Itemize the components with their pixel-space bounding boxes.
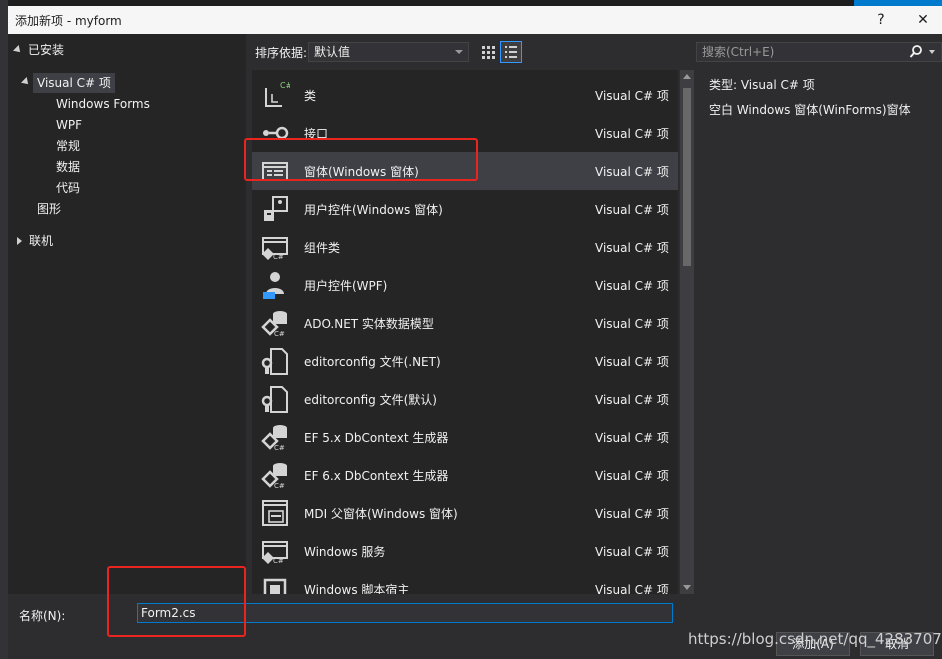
script-host-icon xyxy=(263,578,287,594)
template-type: Visual C# 项 xyxy=(595,507,669,521)
template-item[interactable]: 用户控件(Windows 窗体) Visual C# 项 xyxy=(252,190,678,228)
svg-text:C#: C# xyxy=(273,557,284,565)
template-name: Windows 脚本宿主 xyxy=(304,583,410,594)
scrollbar-thumb[interactable] xyxy=(683,88,691,266)
svg-text:C#: C# xyxy=(274,330,285,338)
tree-item-general[interactable]: 常规 xyxy=(56,136,80,156)
sort-value: 默认值 xyxy=(314,45,351,59)
template-type: Visual C# 项 xyxy=(595,241,669,255)
name-label: 名称(N): xyxy=(19,609,66,623)
template-type: Visual C# 项 xyxy=(595,545,669,559)
expand-triangle-icon[interactable] xyxy=(21,77,31,87)
template-item[interactable]: C# EF 6.x DbContext 生成器 Visual C# 项 xyxy=(252,456,678,494)
svg-text:C#: C# xyxy=(274,444,285,452)
template-type: Visual C# 项 xyxy=(595,469,669,483)
wpf-user-control-icon xyxy=(263,272,284,299)
template-item[interactable]: C# Windows 服务 Visual C# 项 xyxy=(252,532,678,570)
tree-item-graphics[interactable]: 图形 xyxy=(37,199,61,219)
tree-item-wpf[interactable]: WPF xyxy=(56,115,82,135)
template-item[interactable]: C# EF 5.x DbContext 生成器 Visual C# 项 xyxy=(252,418,678,456)
svg-text:C#: C# xyxy=(273,253,284,261)
template-name: editorconfig 文件(.NET) xyxy=(304,355,441,369)
scroll-up-arrow-icon[interactable] xyxy=(683,74,691,79)
template-type: Visual C# 项 xyxy=(595,165,669,179)
template-name: Windows 服务 xyxy=(304,545,386,559)
list-view-button[interactable] xyxy=(500,41,522,63)
detail-type: 类型: Visual C# 项 xyxy=(709,78,815,92)
tree-item-visual-csharp[interactable]: Visual C# 项 xyxy=(33,73,115,93)
template-item[interactable]: C# 类 Visual C# 项 xyxy=(252,76,678,114)
annotation-box-form-item xyxy=(244,138,478,181)
grid-view-button[interactable] xyxy=(477,41,499,63)
service-icon: C# xyxy=(262,541,288,565)
data-model-icon: C# xyxy=(261,311,287,338)
tree-item-code[interactable]: 代码 xyxy=(56,178,80,198)
template-name: MDI 父窗体(Windows 窗体) xyxy=(304,507,458,521)
template-name: 类 xyxy=(304,89,317,103)
template-type: Visual C# 项 xyxy=(595,279,669,293)
svg-text:C#: C# xyxy=(280,81,290,90)
detail-description: 空白 Windows 窗体(WinForms)窗体 xyxy=(709,103,911,117)
template-type: Visual C# 项 xyxy=(595,431,669,445)
class-icon: C# xyxy=(265,81,290,107)
tree-item-windows-forms[interactable]: Windows Forms xyxy=(56,94,150,114)
add-new-item-dialog: 添加新项 - myform ? ✕ 已安装 Visual C# 项 Window… xyxy=(8,6,942,659)
dialog-title: 添加新项 - myform xyxy=(15,14,122,28)
template-type: Visual C# 项 xyxy=(595,393,669,407)
template-name: EF 5.x DbContext 生成器 xyxy=(304,431,449,445)
template-type: Visual C# 项 xyxy=(595,317,669,331)
template-name: EF 6.x DbContext 生成器 xyxy=(304,469,449,483)
data-model-icon: C# xyxy=(261,463,287,490)
grid-view-icon xyxy=(482,46,495,59)
tree-item-installed[interactable]: 已安装 xyxy=(28,40,64,60)
tree-item-data[interactable]: 数据 xyxy=(56,157,80,177)
collapse-triangle-icon[interactable] xyxy=(17,237,22,245)
mdi-form-icon xyxy=(262,500,288,526)
template-name: 用户控件(Windows 窗体) xyxy=(304,203,443,217)
data-model-icon: C# xyxy=(261,425,287,452)
list-view-icon xyxy=(505,46,517,58)
template-type: Visual C# 项 xyxy=(595,583,669,594)
template-type: Visual C# 项 xyxy=(595,89,669,103)
title-bar: 添加新项 - myform ? ✕ xyxy=(8,6,942,34)
template-name: 组件类 xyxy=(304,241,341,255)
detail-pane: 类型: Visual C# 项 空白 Windows 窗体(WinForms)窗… xyxy=(696,70,942,594)
search-placeholder: 搜索(Ctrl+E) xyxy=(702,45,775,59)
user-control-icon xyxy=(264,196,288,221)
search-box[interactable]: 搜索(Ctrl+E) xyxy=(696,42,942,62)
template-type: Visual C# 项 xyxy=(595,203,669,217)
template-type: Visual C# 项 xyxy=(595,355,669,369)
help-button[interactable]: ? xyxy=(870,9,892,31)
category-tree: 已安装 Visual C# 项 Windows Forms WPF 常规 数据 … xyxy=(8,34,246,594)
watermark-text: https://blog.csdn.net/qq_42837078 xyxy=(688,630,942,648)
component-icon: C# xyxy=(262,237,288,261)
template-list-scrollbar[interactable] xyxy=(680,70,694,594)
template-item[interactable]: MDI 父窗体(Windows 窗体) Visual C# 项 xyxy=(252,494,678,532)
template-name: editorconfig 文件(默认) xyxy=(304,393,437,407)
template-name: ADO.NET 实体数据模型 xyxy=(304,317,434,331)
template-item[interactable]: editorconfig 文件(默认) Visual C# 项 xyxy=(252,380,678,418)
sort-label: 排序依据: xyxy=(255,46,308,60)
template-type: Visual C# 项 xyxy=(595,127,669,141)
tree-item-online[interactable]: 联机 xyxy=(29,231,53,251)
template-item[interactable]: C# ADO.NET 实体数据模型 Visual C# 项 xyxy=(252,304,678,342)
template-item[interactable]: Windows 脚本宿主 Visual C# 项 xyxy=(252,570,678,594)
search-icon[interactable] xyxy=(909,44,923,60)
annotation-box-name-field xyxy=(107,566,246,637)
svg-text:C#: C# xyxy=(274,482,285,490)
chevron-down-icon xyxy=(455,50,463,54)
template-item[interactable]: editorconfig 文件(.NET) Visual C# 项 xyxy=(252,342,678,380)
close-button[interactable]: ✕ xyxy=(912,9,934,31)
sort-dropdown[interactable]: 默认值 xyxy=(308,42,469,62)
template-item[interactable]: C# 组件类 Visual C# 项 xyxy=(252,228,678,266)
config-file-icon xyxy=(261,386,288,413)
ide-background-left xyxy=(0,0,8,659)
template-item[interactable]: 用户控件(WPF) Visual C# 项 xyxy=(252,266,678,304)
scroll-down-arrow-icon[interactable] xyxy=(683,585,691,590)
template-name: 用户控件(WPF) xyxy=(304,279,388,293)
expand-triangle-icon[interactable] xyxy=(13,45,23,55)
config-file-icon xyxy=(261,348,288,375)
search-options-chevron-icon[interactable] xyxy=(929,50,935,54)
